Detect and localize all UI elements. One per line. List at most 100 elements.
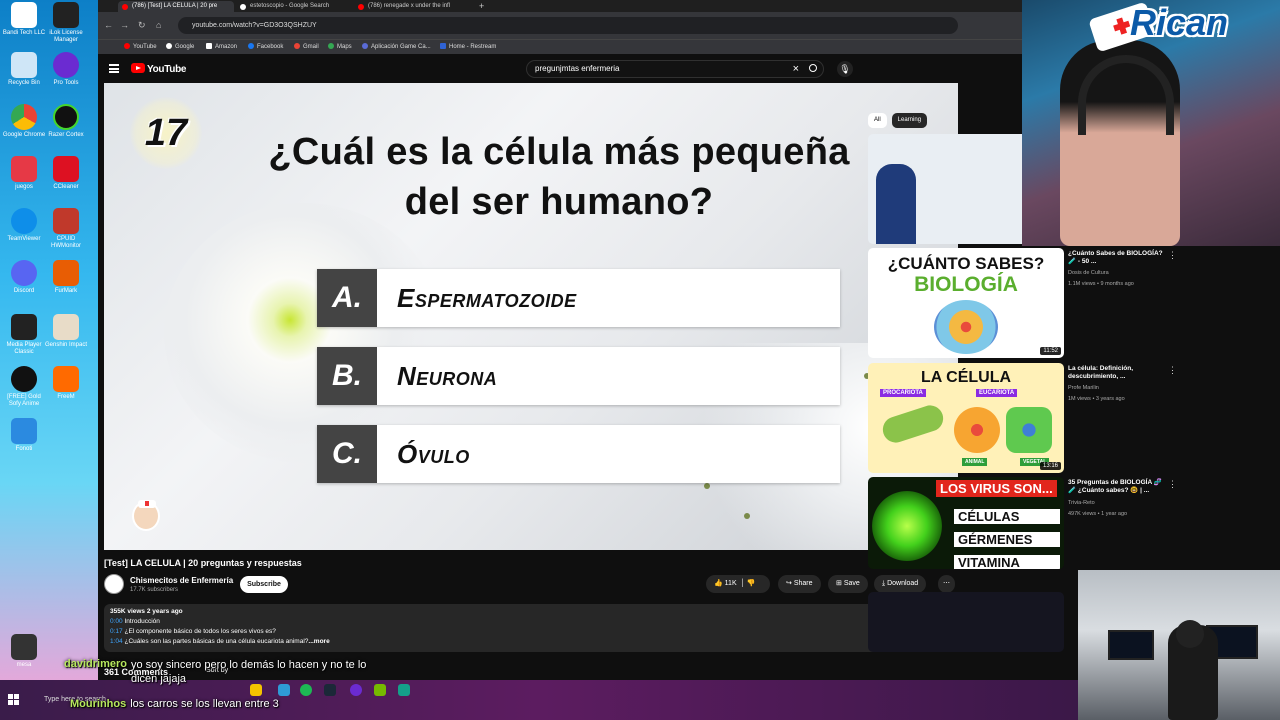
related-thumbnail[interactable]: LA CÉLULA PROCARIOTA EUCARIOTA ANIMAL VE…: [868, 363, 1064, 473]
desktop-icon[interactable]: Bandi Tech LLC: [2, 2, 46, 37]
bookmark-item[interactable]: Maps: [328, 43, 352, 50]
browser-tab[interactable]: estetoscopio - Google Search: [236, 1, 352, 12]
related-channel[interactable]: Dosis de Cultura: [1068, 269, 1109, 277]
video-player[interactable]: 17 ¿Cuál es la célula más pequeña del se…: [104, 83, 958, 550]
desktop-icon[interactable]: Google Chrome: [2, 104, 46, 139]
desktop-icon[interactable]: CCleaner: [44, 156, 88, 191]
desktop-icon[interactable]: Razer Cortex: [44, 104, 88, 139]
related-channel[interactable]: Trivia-Reto: [1068, 499, 1095, 507]
browser-tab[interactable]: (786) renegade x under the infl: [354, 1, 470, 12]
document-icon: [11, 418, 37, 444]
bookmark-item[interactable]: Home - Restream: [440, 43, 496, 50]
channel-name[interactable]: Chismecitos de Enfermería: [130, 576, 233, 585]
more-options-icon[interactable]: ⋮: [1168, 250, 1177, 261]
teamviewer-icon: [11, 208, 37, 234]
answer-option-c: C. Óvulo: [317, 425, 840, 483]
related-thumbnail[interactable]: ¿CUÁNTO SABES? BIOLOGÍA 11:52: [868, 248, 1064, 358]
recycle-bin-icon: [11, 52, 37, 78]
clear-search-icon[interactable]: ×: [793, 61, 799, 77]
subscribe-button[interactable]: Subscribe: [240, 576, 288, 593]
more-actions-button[interactable]: ⋯: [938, 575, 955, 593]
more-options-icon[interactable]: ⋮: [1168, 365, 1177, 376]
thumbs-up-icon[interactable]: 👍: [714, 580, 723, 587]
answer-option-b: B. Neurona: [317, 347, 840, 405]
desktop-icon[interactable]: Genshin Impact: [44, 314, 88, 349]
cell-illustration: [934, 300, 998, 354]
chapter-line: 0:17 ¿El componente básico de todos los …: [110, 628, 276, 635]
pro-tools-icon: [53, 52, 79, 78]
desktop-icon[interactable]: FreeM: [44, 366, 88, 401]
genshin-icon: [53, 314, 79, 340]
desktop-icon[interactable]: TeamViewer: [2, 208, 46, 243]
cpuid-icon: [53, 208, 79, 234]
desktop-icon[interactable]: Recycle Bin: [2, 52, 46, 87]
bookmark-item[interactable]: YouTube: [124, 43, 157, 50]
view-stats: 355K views 2 years ago: [110, 608, 183, 615]
reload-icon[interactable]: ↻: [138, 20, 146, 31]
flower-decoration: [164, 203, 444, 463]
microphone-icon[interactable]: 🎙: [837, 61, 853, 77]
url-field[interactable]: youtube.com/watch?v=GD3O3QSHZUY: [178, 17, 958, 34]
gmail-icon: [294, 43, 300, 49]
desktop-icon[interactable]: juegos: [2, 156, 46, 191]
bookmark-item[interactable]: Aplicación Game Ca...: [362, 43, 431, 50]
like-dislike-button[interactable]: 👍 11K │ 👎: [706, 575, 770, 593]
desktop-icon[interactable]: [FREE] Gold Sofy Anime: [2, 366, 46, 408]
forward-icon[interactable]: →: [120, 20, 129, 30]
more-options-icon[interactable]: ⋮: [1168, 479, 1177, 490]
search-icon[interactable]: [809, 64, 817, 72]
browser-tab[interactable]: (786) [Test] LA CELULA | 20 pre: [118, 1, 234, 12]
back-icon[interactable]: ←: [104, 20, 113, 30]
desktop-icon[interactable]: Discord: [2, 260, 46, 295]
desktop-icon[interactable]: CPUID HWMonitor: [44, 208, 88, 250]
home-icon[interactable]: ⌂: [156, 20, 161, 30]
related-title[interactable]: 35 Preguntas de BIOLOGÍA 🧬🧪 ¿Cuánto sabe…: [1068, 479, 1164, 495]
share-button[interactable]: ↪ Share: [778, 575, 821, 593]
related-title[interactable]: La célula: Definición, descubrimiento, .…: [1068, 365, 1164, 381]
save-button[interactable]: ⊞ Save: [828, 575, 868, 593]
desktop-icon[interactable]: Media Player Classic: [2, 314, 46, 356]
chip-all[interactable]: All: [868, 113, 887, 128]
chip-learning[interactable]: Learning: [891, 113, 928, 128]
desktop-icon[interactable]: mesa: [2, 634, 46, 669]
stream-brand-logo: Rican: [1130, 2, 1229, 43]
screen: Bandi Tech LLC iLok License Manager Recy…: [0, 0, 1280, 720]
description-box[interactable]: 355K views 2 years ago 0:00 Introducción…: [104, 604, 958, 652]
related-thumbnail[interactable]: LOS VIRUS SON... CÉLULAS GÉRMENES VITAMI…: [868, 477, 1064, 569]
desktop-icon[interactable]: Fonoti: [2, 418, 46, 453]
hamburger-menu-icon[interactable]: [109, 64, 119, 73]
razer-icon: [53, 104, 79, 130]
video-title: [Test] LA CELULA | 20 preguntas y respue…: [104, 558, 302, 568]
new-tab-button[interactable]: +: [476, 1, 490, 12]
windows-start-icon[interactable]: [8, 694, 19, 705]
bookmark-item[interactable]: Amazon: [206, 43, 237, 50]
question-number: 17: [130, 97, 202, 169]
play-icon: [11, 366, 37, 392]
desktop: Bandi Tech LLC iLok License Manager Recy…: [0, 0, 100, 690]
bookmark-item[interactable]: Google: [166, 43, 194, 50]
app-icon: [362, 43, 368, 49]
related-channel[interactable]: Profe Marilin: [1068, 384, 1099, 392]
more-icon: ⋯: [943, 580, 950, 587]
media-player-icon: [11, 314, 37, 340]
youtube-favicon-icon: [122, 4, 128, 10]
thumbs-down-icon[interactable]: 👎: [747, 580, 756, 587]
app-icon[interactable]: [398, 684, 410, 696]
desktop-icon[interactable]: Pro Tools: [44, 52, 88, 87]
show-more-link[interactable]: ...more: [308, 638, 329, 645]
desktop-icon[interactable]: iLok License Manager: [44, 2, 88, 44]
related-thumbnail[interactable]: [868, 592, 1064, 652]
leaf-decoration: [744, 513, 750, 519]
search-input[interactable]: pregunjmtas enfermeria ×: [526, 60, 824, 78]
question-text: ¿Cuál es la célula más pequeña del ser h…: [268, 131, 850, 223]
folder-icon: [11, 634, 37, 660]
youtube-logo[interactable]: YouTube: [131, 63, 187, 75]
youtube-play-icon: [131, 63, 145, 73]
related-title[interactable]: ¿Cuánto Sabes de BIOLOGÍA? 🧪 - 50 ...: [1068, 250, 1164, 266]
desktop-icon[interactable]: FurMark: [44, 260, 88, 295]
download-button[interactable]: ⤓ Download: [874, 575, 927, 593]
channel-avatar[interactable]: [104, 574, 124, 594]
bookmark-item[interactable]: Gmail: [294, 43, 319, 50]
related-meta: 1.1M views • 9 months ago: [1068, 281, 1134, 287]
bookmark-item[interactable]: Facebook: [248, 43, 283, 50]
